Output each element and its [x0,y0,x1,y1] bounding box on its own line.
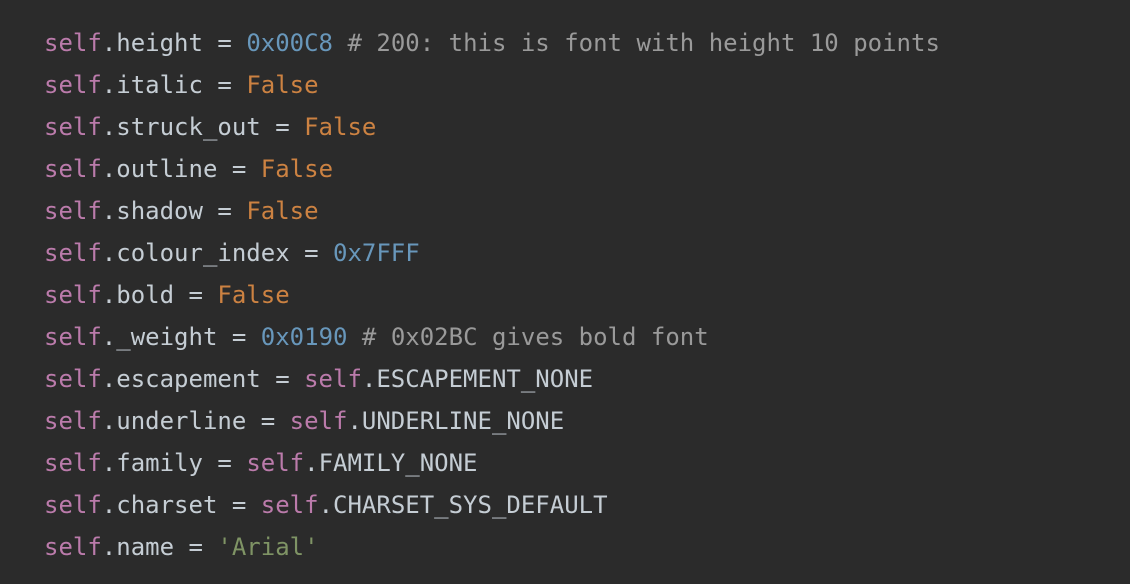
code-token: False [304,113,377,141]
code-token: family [116,449,203,477]
code-token: ESCAPEMENT_NONE [376,365,594,393]
code-token: 0x7FFF [333,239,420,267]
code-token: self [44,533,102,561]
code-token: underline [116,407,247,435]
line-shadow[interactable]: self.shadow = False [44,190,1130,232]
line-underline[interactable]: self.underline = self.UNDERLINE_NONE [44,400,1130,442]
code-token: # 0x02BC gives bold font [361,323,709,351]
code-token: . [101,29,117,57]
code-token: . [347,407,362,435]
code-token: self [44,113,102,141]
code-token: FAMILY_NONE [318,449,478,477]
code-token: False [260,155,334,183]
code-editor-viewport[interactable]: self.height = 0x00C8 # 200: this is font… [0,0,1130,584]
code-token: italic [116,71,203,99]
code-token: self [44,491,102,519]
code-token: = [202,197,247,225]
line-escapement[interactable]: self.escapement = self.ESCAPEMENT_NONE [44,358,1130,400]
code-token: height [116,29,203,57]
line-weight[interactable]: self._weight = 0x0190 # 0x02BC gives bol… [44,316,1130,358]
code-token: . [101,239,117,267]
code-token: self [44,29,102,57]
code-token: self [304,365,362,393]
code-token: self [44,323,102,351]
code-token: . [101,197,117,225]
code-token: = [217,155,261,183]
code-token: = [260,365,305,393]
code-token: = [289,239,333,267]
code-token: . [101,281,117,309]
line-struck-out[interactable]: self.struck_out = False [44,106,1130,148]
code-token: False [246,197,319,225]
code-token: # 200: this is font with height 10 point… [347,29,940,57]
code-token: . [101,365,117,393]
code-token: 0x0190 [260,323,348,351]
line-bold[interactable]: self.bold = False [44,274,1130,316]
code-token: . [361,365,377,393]
code-token: self [289,407,348,435]
code-token: . [318,491,334,519]
code-token: = [202,71,247,99]
code-token: . [101,449,117,477]
code-token: charset [116,491,218,519]
code-token: self [44,449,102,477]
line-colour-index[interactable]: self.colour_index = 0x7FFF [44,232,1130,274]
code-token: 'Arial' [217,533,319,561]
code-token: = [174,281,218,309]
code-token: False [246,71,319,99]
code-token: = [217,491,261,519]
code-token: self [44,197,102,225]
code-token: UNDERLINE_NONE [361,407,565,435]
code-token: = [202,449,247,477]
line-height[interactable]: self.height = 0x00C8 # 200: this is font… [44,22,1130,64]
code-token: self [44,281,102,309]
code-token: outline [116,155,218,183]
code-token: . [304,449,319,477]
code-token: = [202,29,247,57]
code-token: self [44,407,102,435]
code-token: = [174,533,218,561]
line-charset[interactable]: self.charset = self.CHARSET_SYS_DEFAULT [44,484,1130,526]
code-token: colour_index [116,239,290,267]
code-token: struck_out [116,113,261,141]
code-token: . [101,533,117,561]
code-token: False [217,281,290,309]
code-token: = [246,407,290,435]
code-token: self [44,155,102,183]
code-token: . [101,113,117,141]
code-token: self [44,239,102,267]
line-italic[interactable]: self.italic = False [44,64,1130,106]
code-token: shadow [116,197,203,225]
line-outline[interactable]: self.outline = False [44,148,1130,190]
code-token: . [101,71,117,99]
code-token: . [101,407,117,435]
code-token: name [116,533,175,561]
code-token: bold [116,281,175,309]
code-token: . [101,323,117,351]
code-token: self [260,491,319,519]
code-token: . [101,491,117,519]
line-name[interactable]: self.name = 'Arial' [44,526,1130,568]
line-family[interactable]: self.family = self.FAMILY_NONE [44,442,1130,484]
code-token: escapement [116,365,261,393]
code-token: = [260,113,305,141]
code-token: self [44,365,102,393]
code-token: self [44,71,102,99]
code-token: CHARSET_SYS_DEFAULT [333,491,608,519]
code-token: _weight [116,323,218,351]
code-token: 0x00C8 [246,29,334,57]
code-token: . [101,155,117,183]
code-token: = [217,323,261,351]
code-token: self [246,449,305,477]
